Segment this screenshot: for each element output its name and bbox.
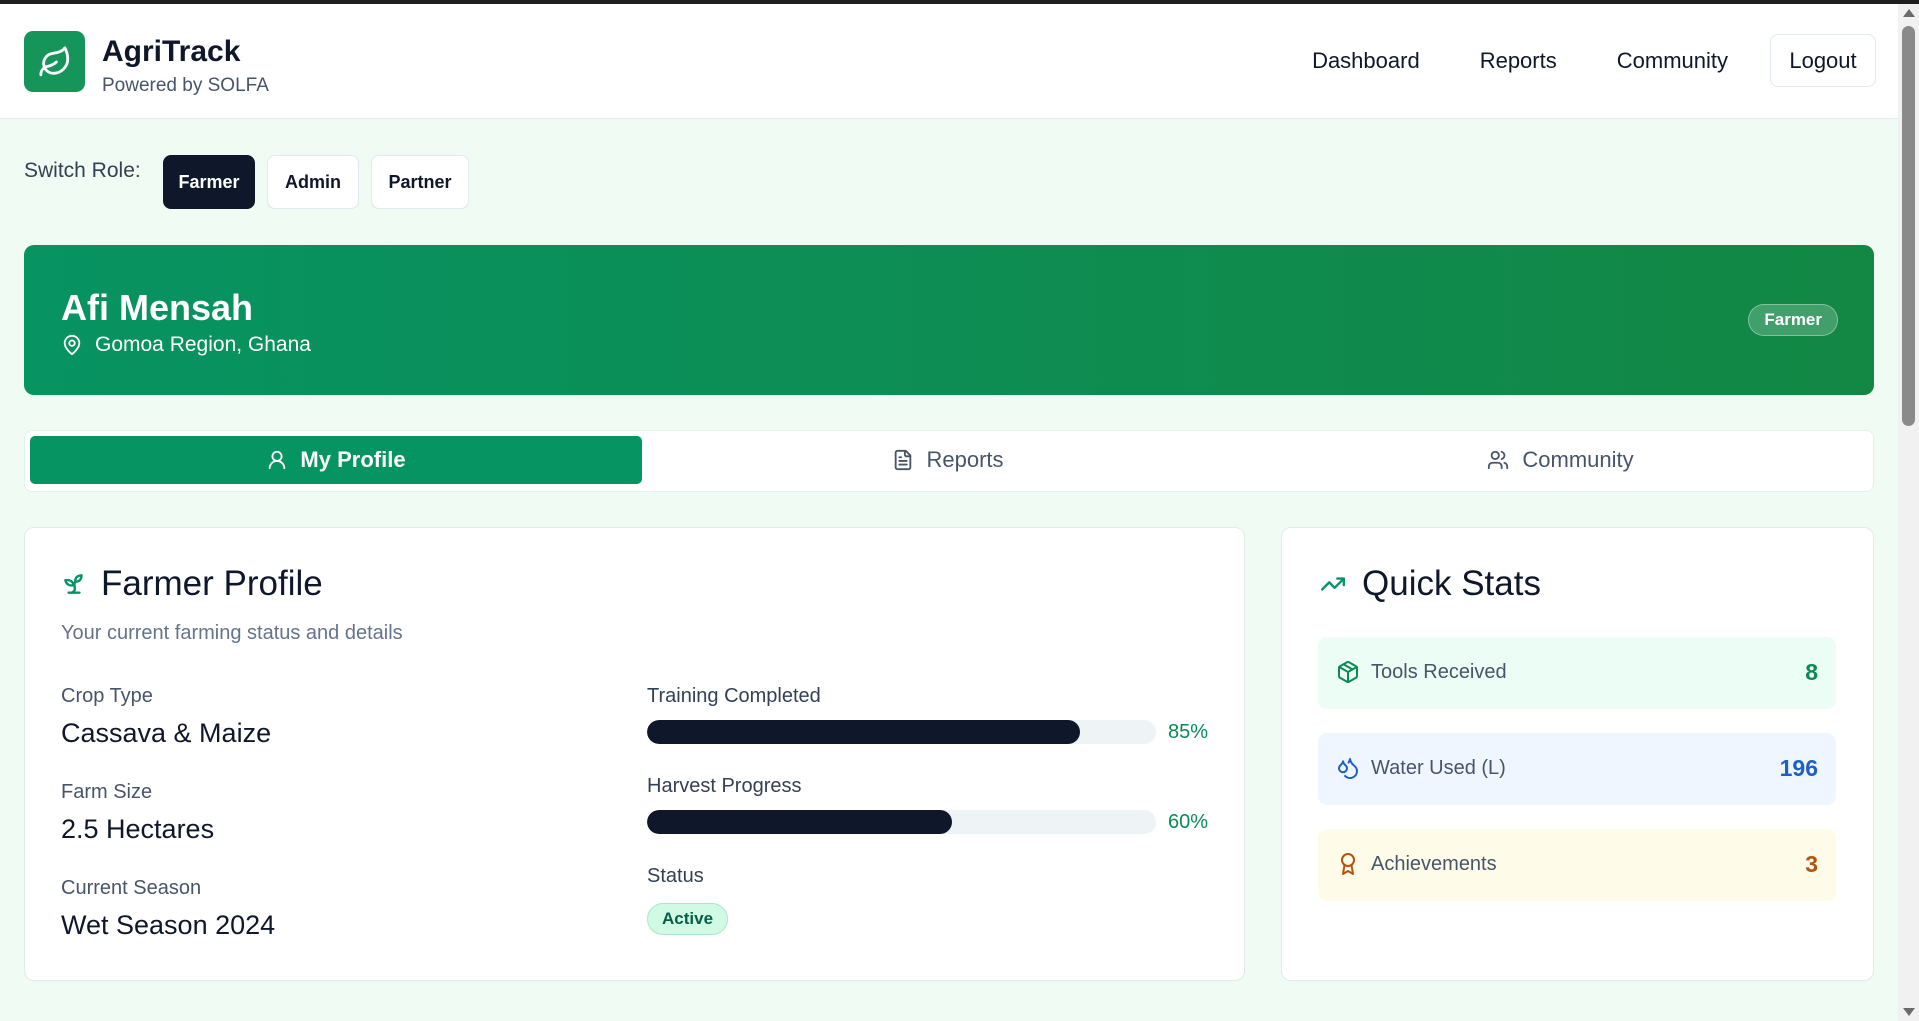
- farm-size-value: 2.5 Hectares: [61, 814, 215, 844]
- current-season-label: Current Season: [61, 877, 202, 899]
- droplets-icon: [1338, 758, 1359, 779]
- profile-subtitle: Your current farming status and details: [61, 622, 403, 644]
- stat-water-used: Water Used (L) 196: [1318, 733, 1836, 805]
- training-percent: 85%: [1168, 721, 1209, 743]
- training-label: Training Completed: [647, 685, 821, 707]
- status-badge: Active: [647, 903, 729, 935]
- nav-reports[interactable]: Reports: [1480, 48, 1557, 74]
- crop-type-value: Cassava & Maize: [61, 718, 272, 748]
- app-logo[interactable]: [24, 31, 85, 92]
- package-icon: [1338, 661, 1358, 683]
- map-pin-icon: [63, 334, 81, 356]
- stat-value: 3: [1805, 851, 1818, 877]
- current-season-value: Wet Season 2024: [61, 910, 276, 940]
- role-badge: Farmer: [1748, 304, 1838, 336]
- stat-tools-received: Tools Received 8: [1318, 637, 1836, 709]
- role-admin-button[interactable]: Admin: [267, 155, 359, 209]
- quick-stats-title: Quick Stats: [1318, 564, 1541, 604]
- scroll-up-icon[interactable]: [1903, 9, 1915, 17]
- harvest-label: Harvest Progress: [647, 775, 802, 797]
- app-name: AgriTrack: [102, 35, 241, 68]
- role-farmer-button[interactable]: Farmer: [163, 155, 255, 209]
- location-text: Gomoa Region, Ghana: [95, 333, 311, 356]
- profile-title-text: Farmer Profile: [101, 564, 323, 603]
- profile-card-title: Farmer Profile: [61, 564, 323, 604]
- award-icon: [1341, 853, 1355, 875]
- role-partner-button[interactable]: Partner: [371, 155, 469, 209]
- farm-size-label: Farm Size: [61, 781, 153, 803]
- main-nav: Dashboard Reports Community Logout: [1312, 34, 1876, 87]
- scroll-down-icon[interactable]: [1903, 1008, 1915, 1016]
- nav-dashboard[interactable]: Dashboard: [1312, 48, 1420, 74]
- tab-label: Reports: [926, 447, 1004, 472]
- switch-role-label: Switch Role:: [24, 159, 141, 182]
- app-tagline: Powered by SOLFA: [102, 75, 269, 96]
- harvest-progress-fill: [647, 810, 953, 834]
- tab-label: Community: [1522, 447, 1634, 472]
- users-icon: [1488, 450, 1509, 470]
- document-icon: [895, 449, 912, 471]
- stat-achievements: Achievements 3: [1318, 829, 1836, 901]
- training-progress-bar: [647, 720, 1156, 744]
- logout-button[interactable]: Logout: [1770, 34, 1876, 87]
- page-scrollbar[interactable]: [1898, 4, 1919, 1021]
- quick-stats-card: Quick Stats Tools Received 8 Water Used …: [1281, 527, 1874, 981]
- training-progress-fill: [647, 720, 1080, 744]
- quick-stats-title-text: Quick Stats: [1362, 564, 1541, 603]
- leaf-icon: [38, 45, 69, 76]
- stat-value: 196: [1779, 755, 1818, 781]
- sprout-icon: [64, 574, 83, 594]
- scrollbar-thumb[interactable]: [1902, 26, 1915, 426]
- farmer-location: Gomoa Region, Ghana: [61, 333, 311, 357]
- stat-label: Achievements: [1371, 853, 1497, 875]
- stat-label: Water Used (L): [1371, 757, 1506, 779]
- tab-label: My Profile: [300, 447, 406, 472]
- tab-community[interactable]: Community: [1254, 436, 1866, 484]
- stat-value: 8: [1805, 659, 1818, 685]
- user-icon: [269, 450, 286, 470]
- trending-up-icon: [1320, 577, 1346, 591]
- farmer-name: Afi Mensah: [61, 287, 254, 328]
- tab-reports[interactable]: Reports: [642, 436, 1254, 484]
- stat-label: Tools Received: [1371, 661, 1507, 683]
- tab-bar: My Profile Reports Community: [24, 430, 1874, 492]
- nav-community[interactable]: Community: [1617, 48, 1728, 74]
- harvest-percent: 60%: [1168, 811, 1209, 833]
- status-label: Status: [647, 865, 704, 887]
- crop-type-label: Crop Type: [61, 685, 153, 707]
- harvest-progress-bar: [647, 810, 1156, 834]
- farmer-banner: Afi Mensah Gomoa Region, Ghana Farmer: [24, 245, 1874, 395]
- farmer-profile-card: Farmer Profile Your current farming stat…: [24, 527, 1245, 981]
- tab-my-profile[interactable]: My Profile: [30, 436, 642, 484]
- app-header: AgriTrack Powered by SOLFA Dashboard Rep…: [0, 4, 1898, 119]
